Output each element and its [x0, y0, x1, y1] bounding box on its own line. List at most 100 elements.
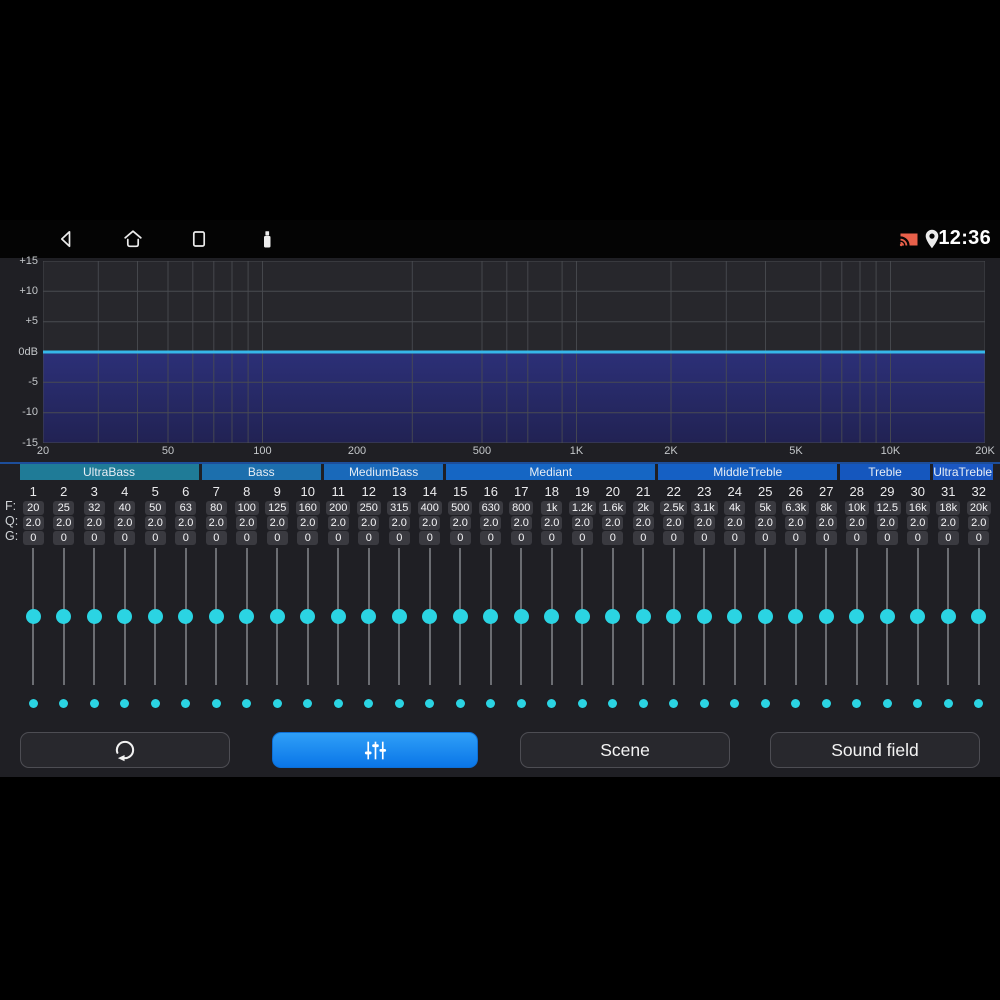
gain-slider[interactable] — [18, 548, 49, 685]
gain-chip[interactable]: 0 — [236, 531, 258, 545]
slider-knob[interactable] — [940, 609, 956, 624]
gain-chip[interactable]: 0 — [815, 531, 837, 545]
gain-chip[interactable]: 0 — [602, 531, 624, 545]
gain-chip[interactable]: 0 — [510, 531, 532, 545]
gain-chip[interactable]: 0 — [846, 531, 868, 545]
gain-slider[interactable] — [689, 548, 720, 685]
slider-knob[interactable] — [452, 609, 468, 624]
sound-field-button[interactable]: Sound field — [770, 732, 980, 768]
slider-knob[interactable] — [696, 609, 712, 624]
gain-slider[interactable] — [598, 548, 629, 685]
gain-slider[interactable] — [872, 548, 903, 685]
gain-chip[interactable]: 0 — [114, 531, 136, 545]
gain-chip[interactable]: 0 — [327, 531, 349, 545]
gain-chip[interactable]: 0 — [754, 531, 776, 545]
gain-chip[interactable]: 0 — [358, 531, 380, 545]
gain-slider[interactable] — [567, 548, 598, 685]
slider-knob[interactable] — [879, 609, 895, 624]
gain-slider[interactable] — [506, 548, 537, 685]
gain-slider[interactable] — [171, 548, 202, 685]
slider-knob[interactable] — [330, 609, 346, 624]
band-group-header[interactable]: UltraBass — [19, 464, 199, 480]
slider-knob[interactable] — [25, 609, 41, 624]
gain-chip[interactable]: 0 — [968, 531, 990, 545]
slider-knob[interactable] — [147, 609, 163, 624]
gain-slider[interactable] — [232, 548, 263, 685]
gain-slider[interactable] — [323, 548, 354, 685]
slider-knob[interactable] — [208, 609, 224, 624]
gain-chip[interactable]: 0 — [449, 531, 471, 545]
gain-slider[interactable] — [903, 548, 934, 685]
gain-chip[interactable]: 0 — [876, 531, 898, 545]
recents-icon[interactable] — [187, 227, 211, 251]
gain-slider[interactable] — [293, 548, 324, 685]
slider-knob[interactable] — [56, 609, 72, 624]
band-group-header[interactable]: Treble — [840, 464, 930, 480]
gain-slider[interactable] — [720, 548, 751, 685]
band-group-header[interactable]: MediumBass — [323, 464, 444, 480]
gain-chip[interactable]: 0 — [571, 531, 593, 545]
slider-knob[interactable] — [483, 609, 499, 624]
gain-slider[interactable] — [781, 548, 812, 685]
gain-chip[interactable]: 0 — [541, 531, 563, 545]
slider-knob[interactable] — [971, 609, 987, 624]
gain-chip[interactable]: 0 — [785, 531, 807, 545]
slider-knob[interactable] — [269, 609, 285, 624]
gain-chip[interactable]: 0 — [175, 531, 197, 545]
slider-knob[interactable] — [86, 609, 102, 624]
slider-knob[interactable] — [910, 609, 926, 624]
scene-button[interactable]: Scene — [520, 732, 730, 768]
gain-chip[interactable]: 0 — [480, 531, 502, 545]
gain-slider[interactable] — [842, 548, 873, 685]
gain-chip[interactable]: 0 — [297, 531, 319, 545]
slider-knob[interactable] — [391, 609, 407, 624]
slider-knob[interactable] — [727, 609, 743, 624]
gain-slider[interactable] — [933, 548, 964, 685]
gain-chip[interactable]: 0 — [937, 531, 959, 545]
gain-slider[interactable] — [79, 548, 110, 685]
equalizer-button[interactable] — [272, 732, 478, 768]
slider-knob[interactable] — [178, 609, 194, 624]
band-group-header[interactable]: Bass — [201, 464, 321, 480]
gain-chip[interactable]: 0 — [22, 531, 44, 545]
gain-chip[interactable]: 0 — [53, 531, 75, 545]
gain-slider[interactable] — [110, 548, 141, 685]
slider-knob[interactable] — [605, 609, 621, 624]
gain-chip[interactable]: 0 — [907, 531, 929, 545]
gain-chip[interactable]: 0 — [266, 531, 288, 545]
gain-slider[interactable] — [659, 548, 690, 685]
slider-knob[interactable] — [117, 609, 133, 624]
gain-slider[interactable] — [811, 548, 842, 685]
gain-slider[interactable] — [384, 548, 415, 685]
gain-slider[interactable] — [140, 548, 171, 685]
gain-chip[interactable]: 0 — [419, 531, 441, 545]
gain-slider[interactable] — [445, 548, 476, 685]
slider-knob[interactable] — [849, 609, 865, 624]
gain-slider[interactable] — [415, 548, 446, 685]
slider-knob[interactable] — [757, 609, 773, 624]
gain-slider[interactable] — [750, 548, 781, 685]
gain-slider[interactable] — [201, 548, 232, 685]
gain-chip[interactable]: 0 — [663, 531, 685, 545]
slider-knob[interactable] — [239, 609, 255, 624]
gain-slider[interactable] — [476, 548, 507, 685]
band-group-header[interactable]: UltraTreble — [932, 464, 993, 480]
usb-drive-icon[interactable] — [255, 227, 279, 251]
gain-slider[interactable] — [49, 548, 80, 685]
gain-chip[interactable]: 0 — [83, 531, 105, 545]
gain-chip[interactable]: 0 — [144, 531, 166, 545]
band-group-header[interactable]: MiddleTreble — [658, 464, 838, 480]
gain-slider[interactable] — [537, 548, 568, 685]
slider-knob[interactable] — [788, 609, 804, 624]
gain-chip[interactable]: 0 — [388, 531, 410, 545]
slider-knob[interactable] — [635, 609, 651, 624]
gain-chip[interactable]: 0 — [632, 531, 654, 545]
gain-chip[interactable]: 0 — [693, 531, 715, 545]
slider-knob[interactable] — [574, 609, 590, 624]
slider-knob[interactable] — [544, 609, 560, 624]
slider-knob[interactable] — [361, 609, 377, 624]
back-icon[interactable] — [54, 227, 78, 251]
gain-chip[interactable]: 0 — [724, 531, 746, 545]
band-group-header[interactable]: Mediant — [446, 464, 656, 480]
reset-button[interactable] — [20, 732, 230, 768]
